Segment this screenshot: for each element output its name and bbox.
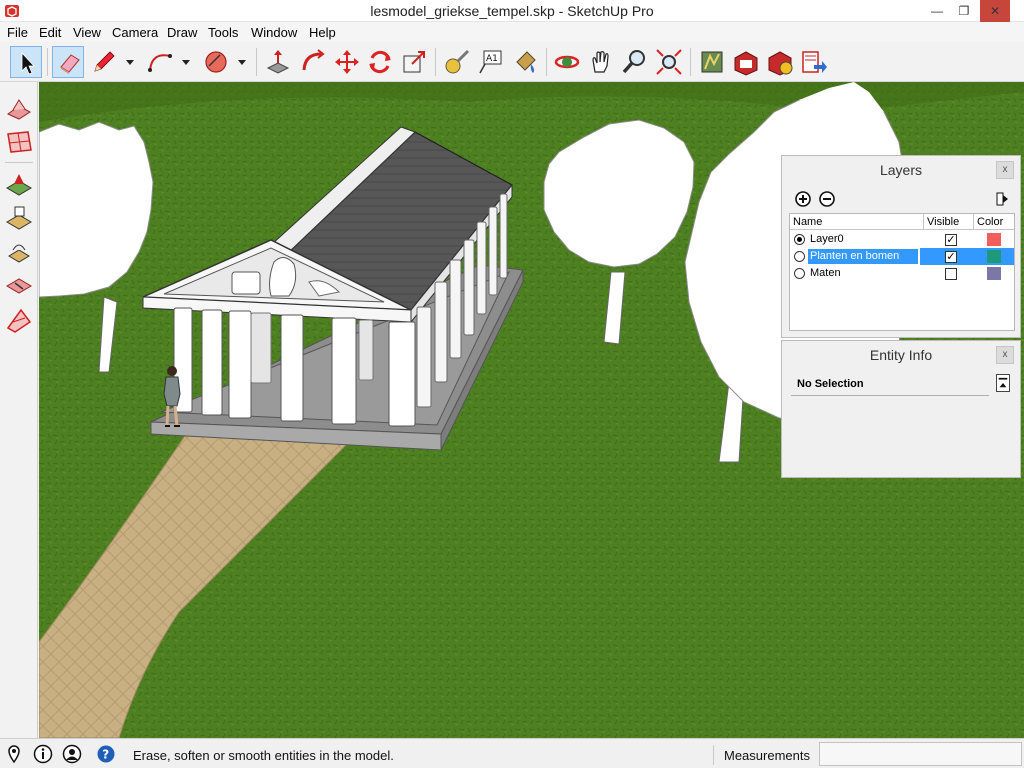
entity-info-panel: Entity Info x No Selection (781, 340, 1021, 478)
layer-details-icon[interactable] (994, 191, 1010, 207)
follow-me-icon[interactable] (297, 46, 329, 78)
menu-camera[interactable]: Camera (112, 25, 158, 40)
status-bar: ? Erase, soften or smooth entities in th… (0, 738, 1024, 768)
menu-help[interactable]: Help (309, 25, 336, 40)
paint-bucket-icon[interactable] (509, 46, 541, 78)
sandbox-from-contours-icon[interactable] (3, 304, 35, 336)
menu-view[interactable]: View (73, 25, 101, 40)
svg-text:A1: A1 (486, 54, 498, 64)
move-icon[interactable] (331, 46, 363, 78)
text-icon[interactable]: A1 (475, 46, 507, 78)
eraser-icon[interactable] (52, 46, 84, 78)
select-arrow-icon[interactable] (10, 46, 42, 78)
maximize-button[interactable]: ❐ (949, 0, 979, 22)
selection-status: No Selection (797, 378, 864, 390)
svg-text:?: ? (102, 748, 109, 762)
layer-name[interactable]: Layer0 (808, 232, 846, 247)
entity-info-close-button[interactable]: x (996, 346, 1014, 364)
menu-window[interactable]: Window (251, 25, 297, 40)
menu-draw[interactable]: Draw (167, 25, 197, 40)
col-color[interactable]: Color (974, 214, 1014, 230)
sandbox-add-detail-icon[interactable] (3, 236, 35, 268)
layer-row[interactable]: Planten en bomen ✓ (790, 248, 1014, 265)
measurements-input[interactable] (819, 742, 1022, 766)
layers-panel-title: Layers (879, 162, 923, 178)
push-pull-icon[interactable] (262, 46, 294, 78)
col-name[interactable]: Name (790, 214, 924, 230)
window-title: lesmodel_griekse_tempel.skp - SketchUp P… (370, 3, 654, 19)
add-layer-icon[interactable] (795, 191, 811, 207)
pan-icon[interactable] (585, 46, 617, 78)
menu-tools[interactable]: Tools (208, 25, 238, 40)
active-layer-radio[interactable] (794, 268, 805, 279)
col-visible[interactable]: Visible (924, 214, 974, 230)
layers-close-button[interactable]: x (996, 161, 1014, 179)
layers-panel: Layers x Name Visible Color Layer0 ✓ Pla… (781, 155, 1021, 338)
toggle-details-icon[interactable] (996, 374, 1010, 392)
sandbox-smoove-icon[interactable] (3, 92, 35, 124)
delete-layer-icon[interactable] (819, 191, 835, 207)
layers-list: Name Visible Color Layer0 ✓ Planten en b… (789, 213, 1015, 331)
credits-icon[interactable] (33, 744, 53, 764)
layer-color-swatch[interactable] (987, 250, 1001, 263)
layer-visible-checkbox[interactable]: ✓ (945, 251, 957, 263)
entity-info-header[interactable]: Entity Info x (782, 341, 1020, 369)
layer-visible-checkbox[interactable] (945, 268, 957, 280)
send-to-layout-icon[interactable] (798, 46, 830, 78)
layer-row[interactable]: Maten (790, 265, 1014, 282)
geo-location-icon[interactable] (4, 744, 24, 764)
measurements-label: Measurements (724, 748, 810, 763)
sandbox-drape-icon[interactable] (3, 202, 35, 234)
rotated-shape-icon[interactable] (200, 46, 232, 78)
scale-icon[interactable] (398, 46, 430, 78)
layer-row[interactable]: Layer0 ✓ (790, 231, 1014, 248)
sandbox-flip-edge-icon[interactable] (3, 270, 35, 302)
layer-name[interactable]: Maten (808, 266, 843, 281)
zoom-icon[interactable] (619, 46, 651, 78)
tape-measure-icon[interactable] (441, 46, 473, 78)
user-account-icon[interactable] (62, 744, 82, 764)
layout-icon[interactable] (764, 46, 796, 78)
arc-icon[interactable] (144, 46, 176, 78)
menu-edit[interactable]: Edit (39, 25, 61, 40)
pencil-icon[interactable] (88, 46, 120, 78)
main-toolbar: A1 (0, 42, 1024, 82)
zoom-extents-icon[interactable] (653, 46, 685, 78)
menu-file[interactable]: File (7, 25, 28, 40)
minimize-button[interactable]: — (922, 0, 952, 22)
status-message: Erase, soften or smooth entities in the … (133, 748, 394, 763)
title-bar: lesmodel_griekse_tempel.skp - SketchUp P… (0, 0, 1024, 22)
active-layer-radio[interactable] (794, 251, 805, 262)
menu-bar: File Edit View Camera Draw Tools Window … (0, 22, 1024, 42)
entity-info-body: No Selection (789, 371, 1015, 472)
layer-name[interactable]: Planten en bomen (808, 249, 918, 264)
layers-panel-header[interactable]: Layers x (782, 156, 1020, 184)
active-layer-radio[interactable] (794, 234, 805, 245)
sandbox-stamp-icon[interactable] (3, 168, 35, 200)
layer-color-swatch[interactable] (987, 267, 1001, 280)
orbit-icon[interactable] (551, 46, 583, 78)
entity-info-title: Entity Info (869, 347, 933, 363)
sandbox-toolbar (0, 82, 38, 738)
help-icon[interactable]: ? (96, 744, 116, 764)
extension-warehouse-icon[interactable] (730, 46, 762, 78)
rotate-icon[interactable] (364, 46, 396, 78)
close-window-button[interactable]: ✕ (980, 0, 1010, 22)
sandbox-grid-icon[interactable] (3, 126, 35, 158)
layer-color-swatch[interactable] (987, 233, 1001, 246)
3d-warehouse-icon[interactable] (696, 46, 728, 78)
layer-visible-checkbox[interactable]: ✓ (945, 234, 957, 246)
